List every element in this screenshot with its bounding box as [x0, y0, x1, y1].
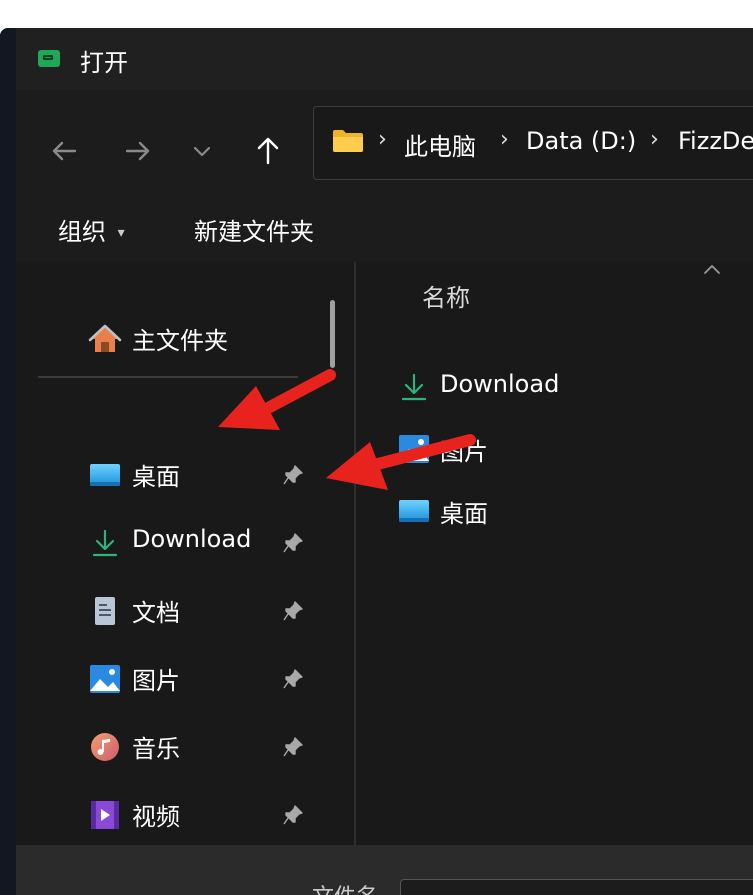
address-bar[interactable]: › 此电脑 › Data (D:) › FizzDe: [313, 106, 753, 180]
sidebar-item-home[interactable]: 主文件夹: [86, 318, 336, 358]
breadcrumb-separator: ›: [378, 127, 387, 152]
download-icon: [92, 529, 118, 557]
sidebar-item-download[interactable]: Download: [86, 522, 336, 562]
sidebar-item-label: 图片: [132, 667, 180, 695]
forward-button[interactable]: [120, 133, 156, 169]
new-folder-button[interactable]: 新建文件夹: [194, 212, 314, 247]
pin-icon[interactable]: [282, 532, 304, 554]
caret-down-icon: ▾: [117, 225, 125, 241]
command-bar: 组织 ▾ 新建文件夹: [16, 208, 753, 262]
window-title: 打开: [80, 49, 128, 77]
sidebar-item-label: 桌面: [132, 463, 180, 491]
breadcrumb-separator: ›: [500, 127, 509, 152]
breadcrumb-this-pc[interactable]: 此电脑: [404, 127, 476, 162]
sidebar-item-desktop[interactable]: 桌面: [86, 454, 336, 494]
breadcrumb-separator: ›: [650, 127, 659, 152]
organize-label: 组织: [58, 218, 106, 246]
pictures-icon: [90, 665, 120, 693]
sidebar-item-label: 音乐: [132, 735, 180, 763]
download-icon: [401, 373, 427, 401]
music-icon: [91, 733, 119, 761]
desktop-icon: [399, 500, 429, 522]
recent-locations-button[interactable]: [184, 133, 220, 169]
desktop-icon: [90, 464, 120, 486]
file-row-label: 桌面: [440, 500, 488, 528]
filename-label: 文件名: [312, 879, 378, 895]
file-list[interactable]: 名称 Download 图片 桌面: [356, 262, 753, 845]
sidebar-item-label: Download: [132, 525, 252, 553]
breadcrumb-data-drive[interactable]: Data (D:): [526, 127, 636, 155]
pin-icon[interactable]: [282, 600, 304, 622]
breadcrumb-fizzde[interactable]: FizzDe: [678, 127, 753, 155]
chevron-down-icon: [193, 146, 211, 157]
sidebar-item-label: 主文件夹: [132, 327, 228, 355]
title-bar[interactable]: 打开: [16, 28, 753, 90]
sidebar-item-music[interactable]: 音乐: [86, 726, 336, 766]
pin-icon[interactable]: [282, 804, 304, 826]
sidebar-divider: [38, 376, 298, 378]
arrow-up-icon: [257, 137, 279, 165]
home-icon: [88, 324, 122, 352]
sidebar-item-pictures[interactable]: 图片: [86, 658, 336, 698]
window-edge: [0, 28, 16, 895]
organize-button[interactable]: 组织 ▾: [58, 212, 125, 247]
pictures-icon: [399, 435, 429, 463]
arrow-right-icon: [125, 141, 150, 161]
sidebar-item-label: 视频: [132, 803, 180, 831]
pin-icon[interactable]: [282, 668, 304, 690]
file-row-pictures[interactable]: 图片: [396, 428, 753, 472]
filename-input[interactable]: [400, 879, 753, 895]
sidebar-scrollbar[interactable]: [330, 300, 335, 368]
arrow-left-icon: [52, 141, 77, 161]
navigation-pane[interactable]: 主文件夹 桌面 Download 文档 图片 音乐 视频: [16, 262, 354, 845]
pin-icon[interactable]: [282, 736, 304, 758]
folder-icon: [333, 130, 363, 152]
file-row-label: Download: [440, 370, 560, 398]
navigation-bar: › 此电脑 › Data (D:) › FizzDe: [16, 90, 753, 208]
open-file-dialog: 打开 › 此电脑 › Data (D:) › FizzDe 组织 ▾ 新建文件夹…: [0, 28, 753, 895]
sidebar-item-documents[interactable]: 文档: [86, 590, 336, 630]
sort-ascending-icon: [704, 265, 720, 274]
video-icon: [91, 801, 119, 829]
back-button[interactable]: [46, 133, 82, 169]
pin-icon[interactable]: [282, 464, 304, 486]
sidebar-item-label: 文档: [132, 599, 180, 627]
file-row-label: 图片: [440, 438, 488, 466]
file-row-download[interactable]: Download: [396, 366, 753, 410]
up-button[interactable]: [250, 133, 286, 169]
file-row-desktop[interactable]: 桌面: [396, 490, 753, 534]
document-icon: [95, 597, 115, 625]
sidebar-item-videos[interactable]: 视频: [86, 794, 336, 834]
dialog-footer: 文件名: [16, 845, 753, 895]
app-icon: [38, 50, 60, 67]
column-header-name[interactable]: 名称: [422, 278, 470, 313]
